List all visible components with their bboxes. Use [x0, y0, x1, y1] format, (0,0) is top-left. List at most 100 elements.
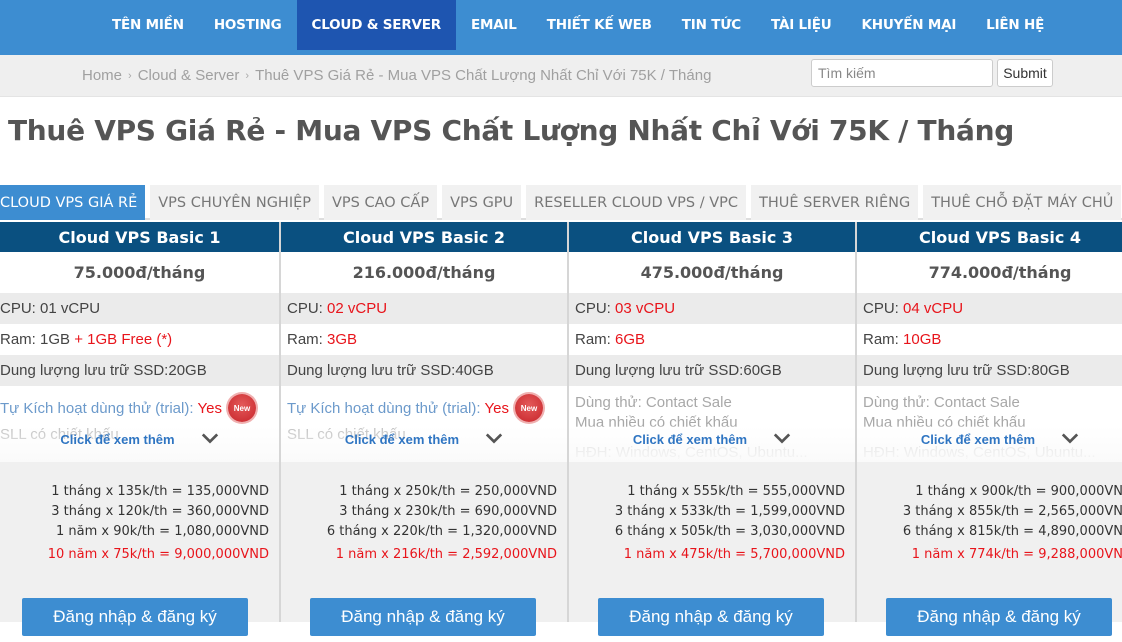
- spec-ram: Ram: 3GB: [281, 324, 567, 355]
- price-line: 1 tháng x 135k/th = 135,000VND: [51, 484, 269, 499]
- plan-name: Cloud VPS Basic 1: [0, 222, 279, 252]
- spec-value: 03 vCPU: [615, 300, 676, 317]
- chevron-down-icon[interactable]: [201, 429, 219, 447]
- trial-label: Tự Kích hoạt dùng thử (trial):: [287, 399, 481, 417]
- top-navigation: TÊN MIỀN HOSTING CLOUD & SERVER EMAIL TH…: [0, 0, 1122, 55]
- show-more-link[interactable]: Click để xem thêm: [60, 432, 174, 447]
- trial-value: Yes: [484, 399, 509, 417]
- nav-item-tin-tuc[interactable]: TIN TỨC: [667, 0, 756, 50]
- plan-name: Cloud VPS Basic 2: [281, 222, 567, 252]
- breadcrumb-cloud-server[interactable]: Cloud & Server: [138, 67, 240, 84]
- search-input[interactable]: [811, 59, 993, 87]
- plan-name: Cloud VPS Basic 4: [857, 222, 1122, 252]
- tab-thue-cho-dat-may-chu[interactable]: THUÊ CHỖ ĐẶT MÁY CHỦ: [923, 185, 1122, 220]
- nav-item-thiet-ke-web[interactable]: THIẾT KẾ WEB: [532, 0, 667, 50]
- nav-item-cloud-server[interactable]: CLOUD & SERVER: [296, 0, 456, 50]
- spec-value: 20GB: [168, 362, 207, 379]
- spec-cpu: CPU: 01 vCPU: [0, 293, 279, 324]
- plan-list: Cloud VPS Basic 1 75.000đ/tháng CPU: 01 …: [0, 222, 1122, 636]
- plan-extra-features: Dùng thử: Contact Sale Mua nhiều có chiế…: [857, 386, 1122, 462]
- signup-button[interactable]: Đăng nhập & đăng ký: [886, 598, 1112, 636]
- chevron-down-icon[interactable]: [773, 429, 791, 447]
- nav-item-khuyen-mai[interactable]: KHUYẾN MẠI: [847, 0, 972, 50]
- spec-label: Dung lượng lưu trữ SSD:: [0, 362, 169, 379]
- spec-label: Ram:: [287, 331, 323, 348]
- expand-overlay: Click để xem thêm: [857, 426, 1122, 462]
- trial-line: Tự Kích hoạt dùng thử (trial): Yes New: [0, 394, 273, 422]
- trial-line: Tự Kích hoạt dùng thử (trial): Yes New: [287, 394, 561, 422]
- nav-item-lien-he[interactable]: LIÊN HỆ: [971, 0, 1059, 50]
- spec-cpu: CPU: 04 vCPU: [857, 293, 1122, 324]
- plan-extra-features: Tự Kích hoạt dùng thử (trial):YesNew SLL…: [0, 386, 279, 462]
- plan-price: 774.000đ/tháng: [857, 252, 1122, 293]
- tab-cloud-vps-gia-re[interactable]: CLOUD VPS GIÁ RẺ: [0, 185, 146, 220]
- plan-card: Cloud VPS Basic 3 475.000đ/tháng CPU: 03…: [569, 222, 857, 636]
- spec-value: 10GB: [903, 331, 942, 348]
- spec-ram: Ram: 1GB + 1GB Free (*): [0, 324, 279, 355]
- price-line: 6 tháng x 815k/th = 4,890,000VND: [902, 524, 1122, 539]
- breadcrumb-home[interactable]: Home: [82, 67, 122, 84]
- spec-label: Ram:: [863, 331, 899, 348]
- signup-button[interactable]: Đăng nhập & đăng ký: [310, 598, 536, 636]
- ram-note: (*): [156, 331, 173, 348]
- spec-cpu: CPU: 02 vCPU: [281, 293, 567, 324]
- expand-overlay: Click để xem thêm: [0, 426, 279, 462]
- spec-ssd: Dung lượng lưu trữ SSD: 20GB: [0, 355, 279, 386]
- spec-label: Ram:: [0, 331, 36, 348]
- spec-ssd: Dung lượng lưu trữ SSD: 60GB: [569, 355, 855, 386]
- tab-vps-gpu[interactable]: VPS GPU: [442, 185, 522, 220]
- plan-card: Cloud VPS Basic 4 774.000đ/tháng CPU: 04…: [857, 222, 1122, 636]
- tab-thue-server-rieng[interactable]: THUÊ SERVER RIÊNG: [751, 185, 919, 220]
- plan-price: 216.000đ/tháng: [281, 252, 567, 293]
- price-line: 3 tháng x 230k/th = 690,000VND: [339, 504, 557, 519]
- spec-value: 01 vCPU: [40, 300, 101, 317]
- ram-bonus: + 1GB Free: [74, 331, 153, 348]
- nav-item-ten-mien[interactable]: TÊN MIỀN: [97, 0, 199, 50]
- new-badge-icon: New: [514, 394, 543, 422]
- signup-button[interactable]: Đăng nhập & đăng ký: [598, 598, 824, 636]
- breadcrumb-separator-icon: ›: [128, 69, 132, 82]
- trial-contact-line: Dùng thử: Contact Sale: [575, 393, 732, 411]
- price-line: 3 tháng x 855k/th = 2,565,000VND: [902, 504, 1122, 519]
- spec-value: 3GB: [327, 331, 358, 348]
- nav-item-hosting[interactable]: HOSTING: [199, 0, 297, 50]
- spec-label: CPU:: [0, 300, 36, 317]
- price-line: 3 tháng x 533k/th = 1,599,000VND: [614, 504, 845, 519]
- show-more-link[interactable]: Click để xem thêm: [921, 432, 1035, 447]
- spec-value: 40GB: [455, 362, 494, 379]
- plan-name: Cloud VPS Basic 3: [569, 222, 855, 252]
- spec-label: Dung lượng lưu trữ SSD:: [575, 362, 744, 379]
- price-line: 1 năm x 90k/th = 1,080,000VND: [56, 524, 269, 539]
- plan-card: Cloud VPS Basic 2 216.000đ/tháng CPU: 02…: [281, 222, 569, 636]
- trial-contact-line: Dùng thử: Contact Sale: [863, 393, 1020, 411]
- plan-price: 475.000đ/tháng: [569, 252, 855, 293]
- tab-vps-chuyen-nghiep[interactable]: VPS CHUYÊN NGHIỆP: [150, 185, 320, 220]
- search-submit-button[interactable]: Submit: [997, 59, 1053, 87]
- plan-card: Cloud VPS Basic 1 75.000đ/tháng CPU: 01 …: [0, 222, 281, 636]
- price-line-highlight: 1 năm x 774k/th = 9,288,000VND: [911, 547, 1122, 562]
- spec-label: Ram:: [575, 331, 611, 348]
- expand-overlay: Click để xem thêm: [281, 426, 567, 462]
- expand-overlay: Click để xem thêm: [569, 426, 855, 462]
- show-more-link[interactable]: Click để xem thêm: [633, 432, 747, 447]
- spec-ssd: Dung lượng lưu trữ SSD: 80GB: [857, 355, 1122, 386]
- nav-item-tai-lieu[interactable]: TÀI LIỆU: [756, 0, 847, 50]
- chevron-down-icon[interactable]: [485, 429, 503, 447]
- pricing-table: 1 tháng x 900k/th = 900,000VND 3 tháng x…: [857, 462, 1122, 636]
- spec-label: CPU:: [287, 300, 323, 317]
- signup-button[interactable]: Đăng nhập & đăng ký: [22, 598, 248, 636]
- new-badge-icon: New: [227, 394, 256, 422]
- nav-item-email[interactable]: EMAIL: [456, 0, 532, 50]
- spec-ram: Ram: 6GB: [569, 324, 855, 355]
- plan-extra-features: Dùng thử: Contact Sale Mua nhiều có chiế…: [569, 386, 855, 462]
- tab-reseller-cloud-vps[interactable]: RESELLER CLOUD VPS / VPC: [526, 185, 747, 220]
- spec-value: 80GB: [1031, 362, 1070, 379]
- spec-label: CPU:: [575, 300, 611, 317]
- chevron-down-icon[interactable]: [1061, 429, 1079, 447]
- price-line: 1 tháng x 250k/th = 250,000VND: [339, 484, 557, 499]
- show-more-link[interactable]: Click để xem thêm: [345, 432, 459, 447]
- tab-vps-cao-cap[interactable]: VPS CAO CẤP: [324, 185, 438, 220]
- price-line-highlight: 1 năm x 216k/th = 2,592,000VND: [335, 547, 557, 562]
- price-line: 1 tháng x 900k/th = 900,000VND: [915, 484, 1122, 499]
- spec-cpu: CPU: 03 vCPU: [569, 293, 855, 324]
